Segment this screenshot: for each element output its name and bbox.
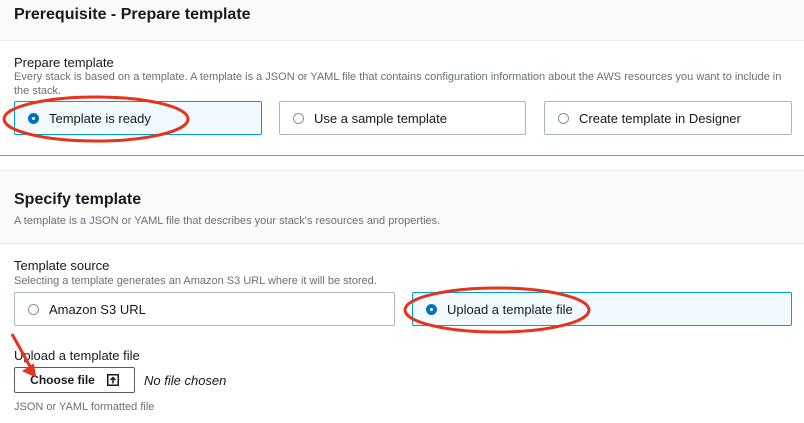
option-template-ready-label: Template is ready (49, 110, 151, 126)
choose-file-label: Choose file (30, 373, 95, 387)
radio-sample-template[interactable] (293, 112, 304, 124)
radio-template-ready[interactable] (28, 112, 39, 124)
cloudformation-create-stack: Prerequisite - Prepare template Prepare … (0, 0, 804, 423)
no-file-chosen-text: No file chosen (144, 373, 227, 388)
specify-header: Specify template A template is a JSON or… (0, 170, 804, 244)
specify-title: Specify template (14, 191, 142, 208)
option-designer-label: Create template in Designer (579, 110, 741, 126)
template-source-label: Template source (14, 258, 110, 273)
upload-icon (106, 374, 119, 386)
option-template-ready[interactable]: Template is ready (14, 101, 262, 135)
specify-description: A template is a JSON or YAML file that d… (14, 215, 441, 227)
prereq-header: Prerequisite - Prepare template (0, 0, 804, 41)
prepare-template-description: Every stack is based on a template. A te… (14, 71, 782, 97)
source-upload-file-label: Upload a template file (447, 301, 573, 317)
radio-s3-url[interactable] (28, 303, 39, 315)
prepare-template-label: Prepare template (14, 55, 114, 70)
choose-file-button[interactable]: Choose file (14, 367, 135, 393)
source-s3-url[interactable]: Amazon S3 URL (14, 292, 395, 326)
radio-designer[interactable] (558, 112, 569, 124)
option-sample-template[interactable]: Use a sample template (279, 101, 526, 135)
section-divider (0, 155, 804, 156)
option-designer[interactable]: Create template in Designer (544, 101, 792, 135)
file-format-hint: JSON or YAML formatted file (14, 401, 155, 413)
source-s3-url-label: Amazon S3 URL (49, 301, 146, 317)
source-upload-file[interactable]: Upload a template file (412, 292, 792, 326)
upload-file-label: Upload a template file (14, 348, 140, 363)
option-sample-template-label: Use a sample template (314, 110, 447, 126)
template-source-description: Selecting a template generates an Amazon… (14, 275, 377, 287)
radio-upload-file[interactable] (426, 303, 437, 315)
prereq-title: Prerequisite - Prepare template (14, 6, 251, 23)
